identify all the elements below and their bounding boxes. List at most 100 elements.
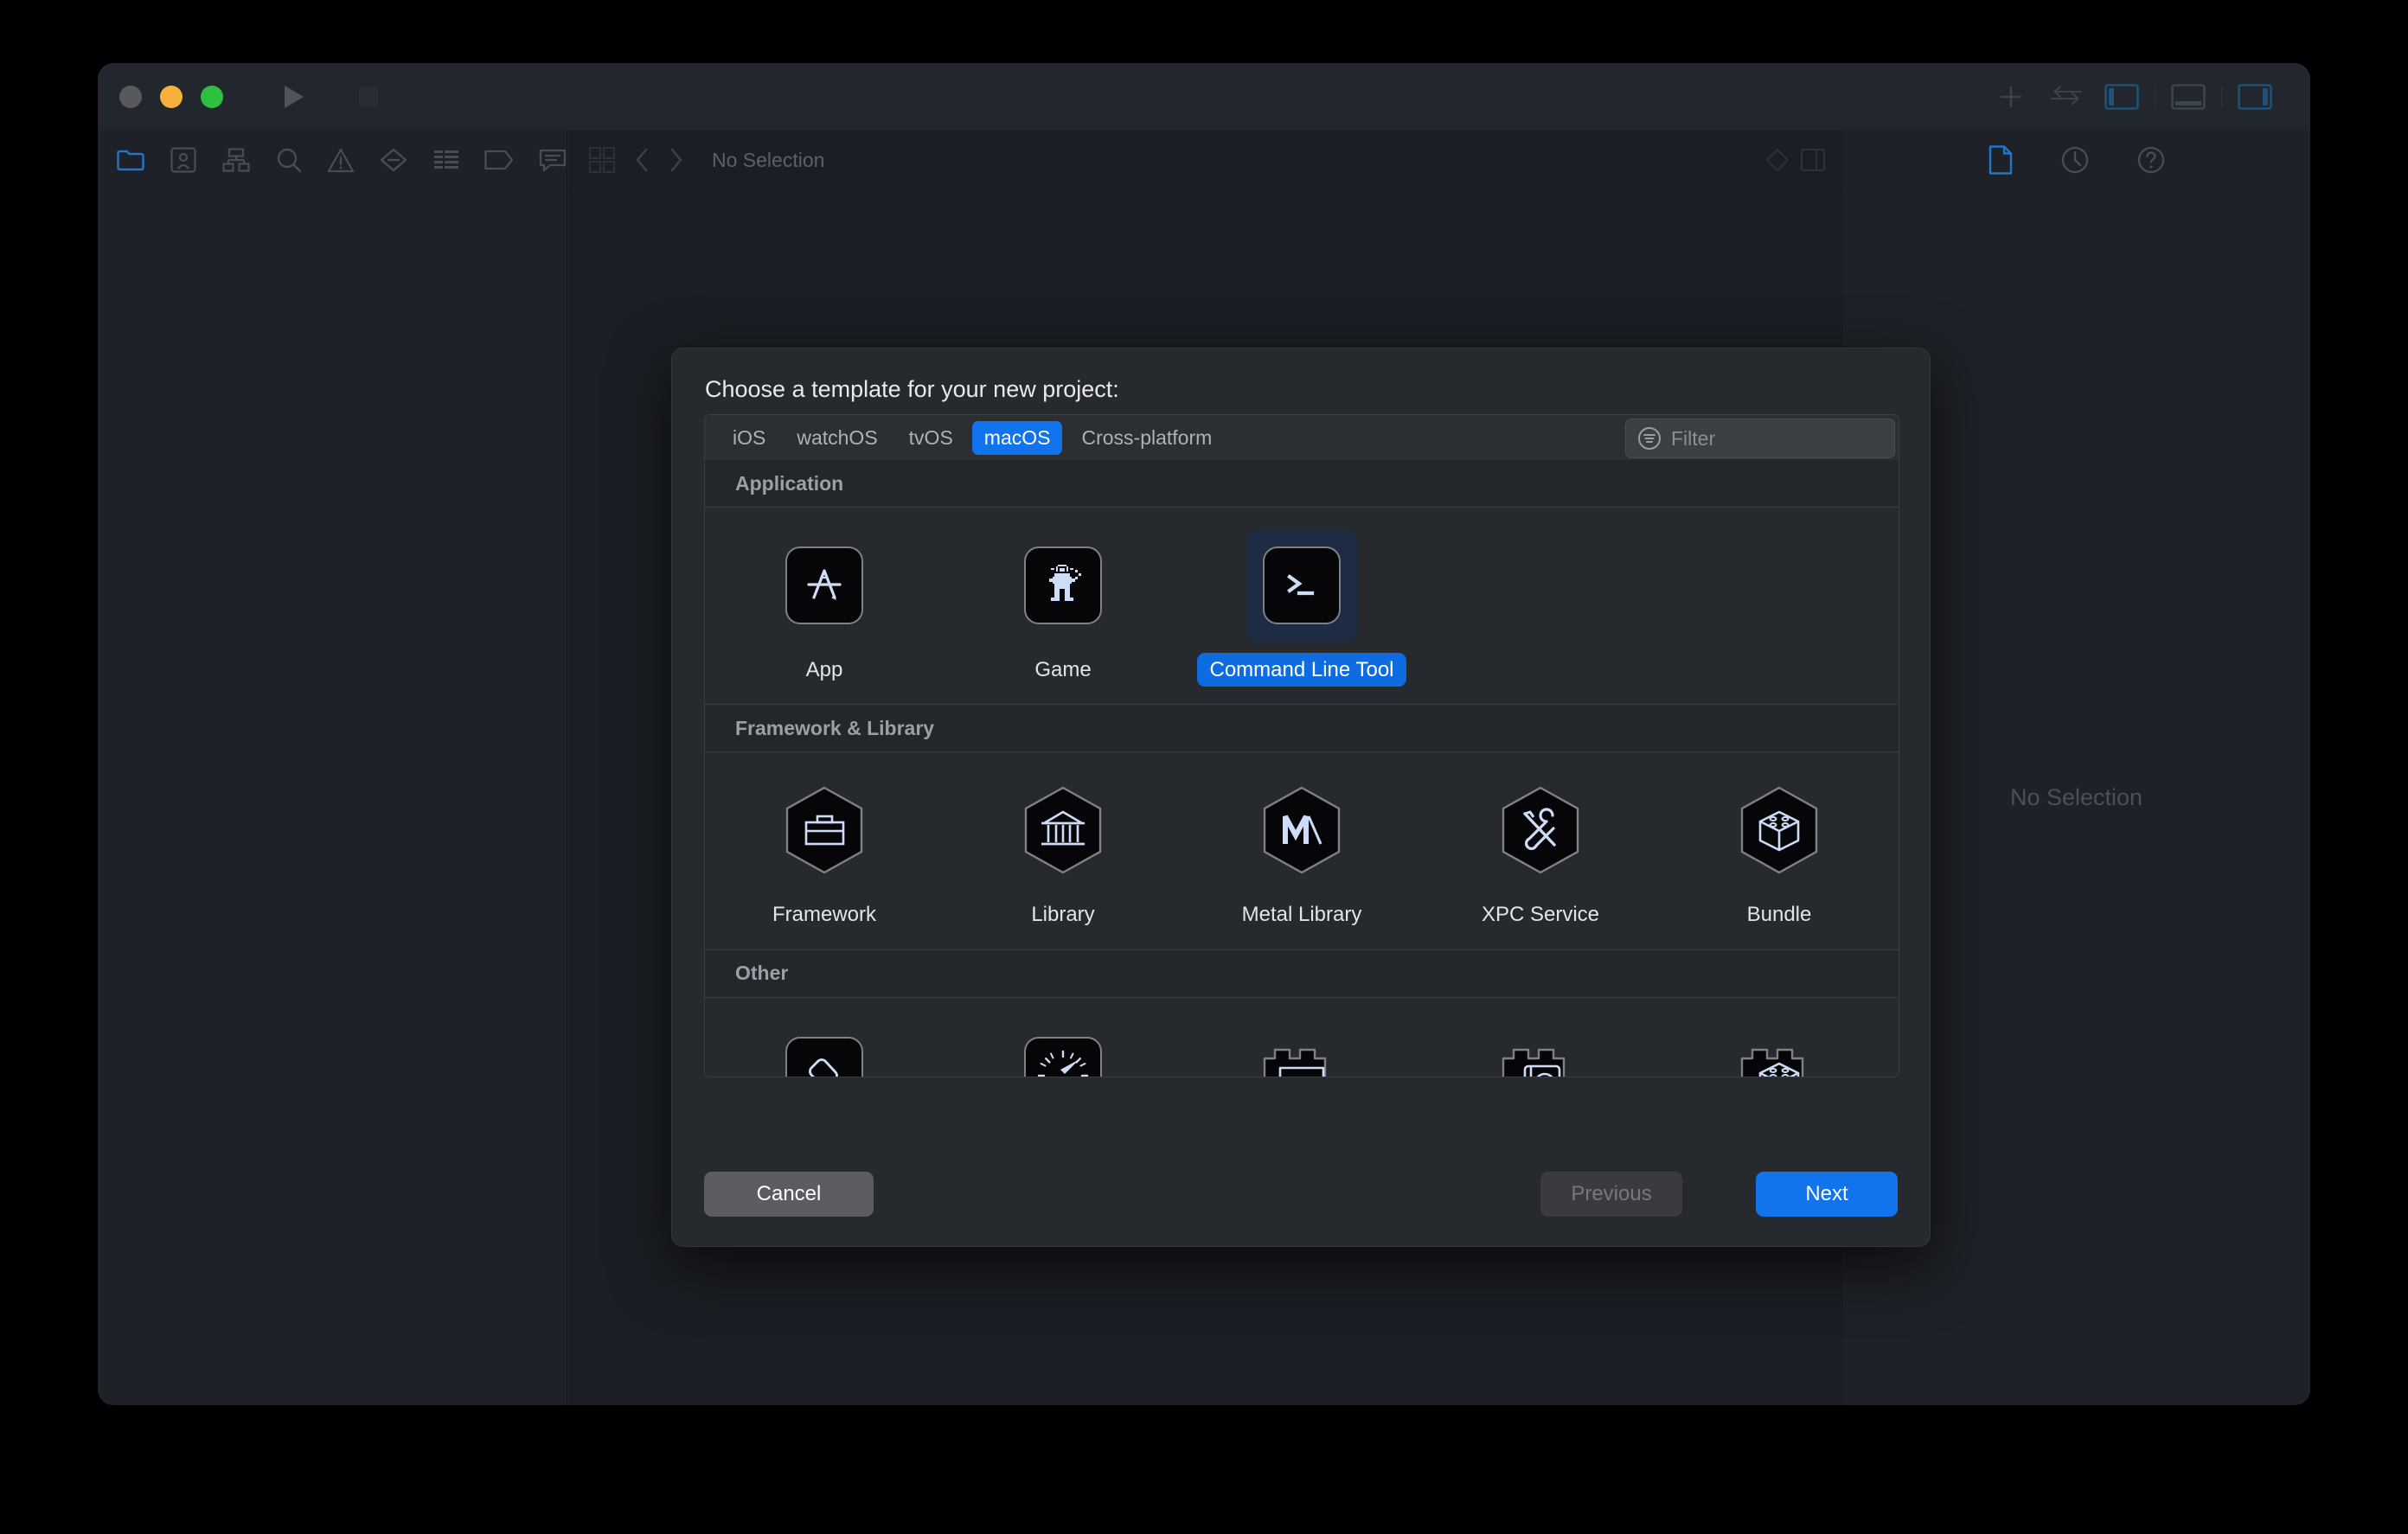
- history-inspector-icon[interactable]: [2061, 146, 2089, 174]
- dialog-button-bar: Cancel Previous Next: [672, 1172, 1930, 1217]
- template-framework[interactable]: Framework: [705, 775, 944, 931]
- zoom-window-button[interactable]: [201, 86, 223, 108]
- add-icon[interactable]: [1983, 71, 2039, 123]
- source-control-navigator-icon[interactable]: [170, 143, 198, 177]
- symbol-navigator-icon[interactable]: [222, 143, 251, 177]
- classical-building-icon: [1024, 786, 1102, 874]
- toggle-debug-area-icon[interactable]: [2161, 71, 2216, 123]
- template-bundle[interactable]: Bundle: [1660, 775, 1899, 931]
- wrench-screwdriver-icon: [1502, 786, 1579, 874]
- platform-tab-bar: iOS watchOS tvOS macOS Cross-platform Fi…: [704, 414, 1899, 461]
- template-icon-container: [1485, 775, 1596, 885]
- previous-button[interactable]: Previous: [1540, 1172, 1682, 1217]
- related-items-icon[interactable]: [589, 147, 615, 173]
- quick-help-icon[interactable]: [2137, 146, 2165, 174]
- template-label: Bundle: [1746, 903, 1812, 927]
- template-icon-container: [1246, 530, 1357, 641]
- safari-compass-icon: [1024, 1036, 1102, 1077]
- toolbar-divider: [2221, 86, 2222, 108]
- template-icon-container: [769, 775, 880, 885]
- inspector-empty-label: No Selection: [2009, 783, 2143, 810]
- template-xpc-service[interactable]: XPC Service: [1421, 775, 1660, 931]
- issue-navigator-icon[interactable]: [327, 143, 355, 177]
- app-store-icon: [785, 546, 863, 624]
- back-button[interactable]: [634, 147, 650, 173]
- debug-navigator-icon[interactable]: [432, 143, 461, 177]
- tab-watchos[interactable]: watchOS: [785, 421, 889, 455]
- template-label: Framework: [772, 903, 876, 927]
- editor-minimap-icon[interactable]: [1766, 149, 1789, 171]
- template-empty-slot: [1421, 530, 1660, 687]
- inspector-selector-bar: [1841, 131, 2310, 189]
- template-generic-plugin[interactable]: [1182, 1020, 1421, 1077]
- template-icon-container: [1008, 530, 1118, 641]
- template-icon-container: [769, 530, 880, 641]
- template-command-line-tool[interactable]: Command Line Tool: [1182, 530, 1421, 687]
- template-game[interactable]: Game: [944, 530, 1182, 687]
- briefcase-icon: [785, 786, 863, 874]
- template-applescript-app[interactable]: [705, 1020, 944, 1077]
- swap-arrows-icon[interactable]: [2039, 71, 2094, 123]
- game-sprite-icon: [1024, 546, 1102, 624]
- template-library[interactable]: Library: [944, 775, 1182, 931]
- titlebar-right-controls: [1983, 63, 2283, 131]
- forward-button[interactable]: [669, 147, 684, 173]
- run-button[interactable]: [275, 78, 313, 116]
- toggle-inspector-icon[interactable]: [2227, 71, 2283, 123]
- tab-ios[interactable]: iOS: [720, 421, 778, 455]
- minimize-window-button[interactable]: [160, 86, 183, 108]
- report-navigator-icon[interactable]: [538, 143, 567, 177]
- file-inspector-icon[interactable]: [1989, 145, 2013, 175]
- test-navigator-icon[interactable]: [380, 143, 408, 177]
- close-window-button[interactable]: [119, 86, 142, 108]
- editor-options: [1766, 131, 1841, 189]
- toggle-navigator-icon[interactable]: [2094, 71, 2149, 123]
- section-header-application: Application: [705, 460, 1899, 508]
- new-project-template-dialog: Choose a template for your new project: …: [671, 348, 1931, 1247]
- breakpoint-navigator-icon[interactable]: [484, 143, 514, 177]
- brick-cube-icon: [1740, 786, 1818, 874]
- template-contacts-plugin[interactable]: [1421, 1020, 1660, 1077]
- template-icon-container: [1485, 1020, 1596, 1077]
- navigator-selector-bar: [98, 131, 567, 189]
- find-navigator-icon[interactable]: [274, 143, 303, 177]
- filter-field[interactable]: Filter: [1625, 419, 1895, 458]
- tab-tvos[interactable]: tvOS: [897, 421, 965, 455]
- template-label: Game: [1034, 658, 1092, 681]
- section-grid-framework-library: Framework Library Metal Library XPC Serv…: [705, 752, 1899, 950]
- tab-macos[interactable]: macOS: [971, 420, 1063, 455]
- template-label: App: [805, 658, 843, 681]
- section-grid-application: App Game Command Line Tool: [705, 508, 1899, 706]
- template-safari-extension-app[interactable]: [944, 1020, 1182, 1077]
- cancel-button[interactable]: Cancel: [704, 1172, 874, 1217]
- template-metal-library[interactable]: Metal Library: [1182, 775, 1421, 931]
- stop-button[interactable]: [349, 78, 387, 116]
- template-label: Metal Library: [1241, 903, 1362, 927]
- template-icon-container: [1246, 775, 1357, 885]
- plugin-bowtie-icon: [1263, 1048, 1327, 1077]
- template-icon-container: [1246, 1020, 1357, 1077]
- jumpbar-path[interactable]: No Selection: [712, 149, 824, 172]
- next-button[interactable]: Next: [1756, 1172, 1898, 1217]
- template-list: Application App Game Command Line Tool F…: [704, 460, 1899, 1077]
- project-navigator-icon[interactable]: [117, 143, 145, 177]
- editor-options-icon[interactable]: [1801, 149, 1825, 171]
- editor-jump-bar: No Selection: [568, 131, 1841, 189]
- section-header-other: Other: [705, 949, 1899, 998]
- template-icon-container: [1008, 1020, 1118, 1077]
- template-label: Library: [1031, 903, 1095, 927]
- template-bundle-plugin[interactable]: [1660, 1020, 1899, 1077]
- traffic-lights: [119, 86, 223, 108]
- tab-cross-platform[interactable]: Cross-platform: [1069, 421, 1224, 455]
- metal-m-icon: [1263, 786, 1341, 874]
- template-icon-container: [1724, 775, 1835, 885]
- filter-icon: [1637, 426, 1662, 451]
- filter-placeholder: Filter: [1671, 426, 1716, 450]
- template-app[interactable]: App: [705, 530, 944, 687]
- terminal-prompt-icon: [1263, 546, 1341, 624]
- template-icon-container: [769, 1020, 880, 1077]
- section-header-framework-library: Framework & Library: [705, 705, 1899, 753]
- section-grid-other: [705, 997, 1899, 1077]
- applescript-scroll-icon: [785, 1036, 863, 1077]
- window-titlebar: [98, 63, 2310, 131]
